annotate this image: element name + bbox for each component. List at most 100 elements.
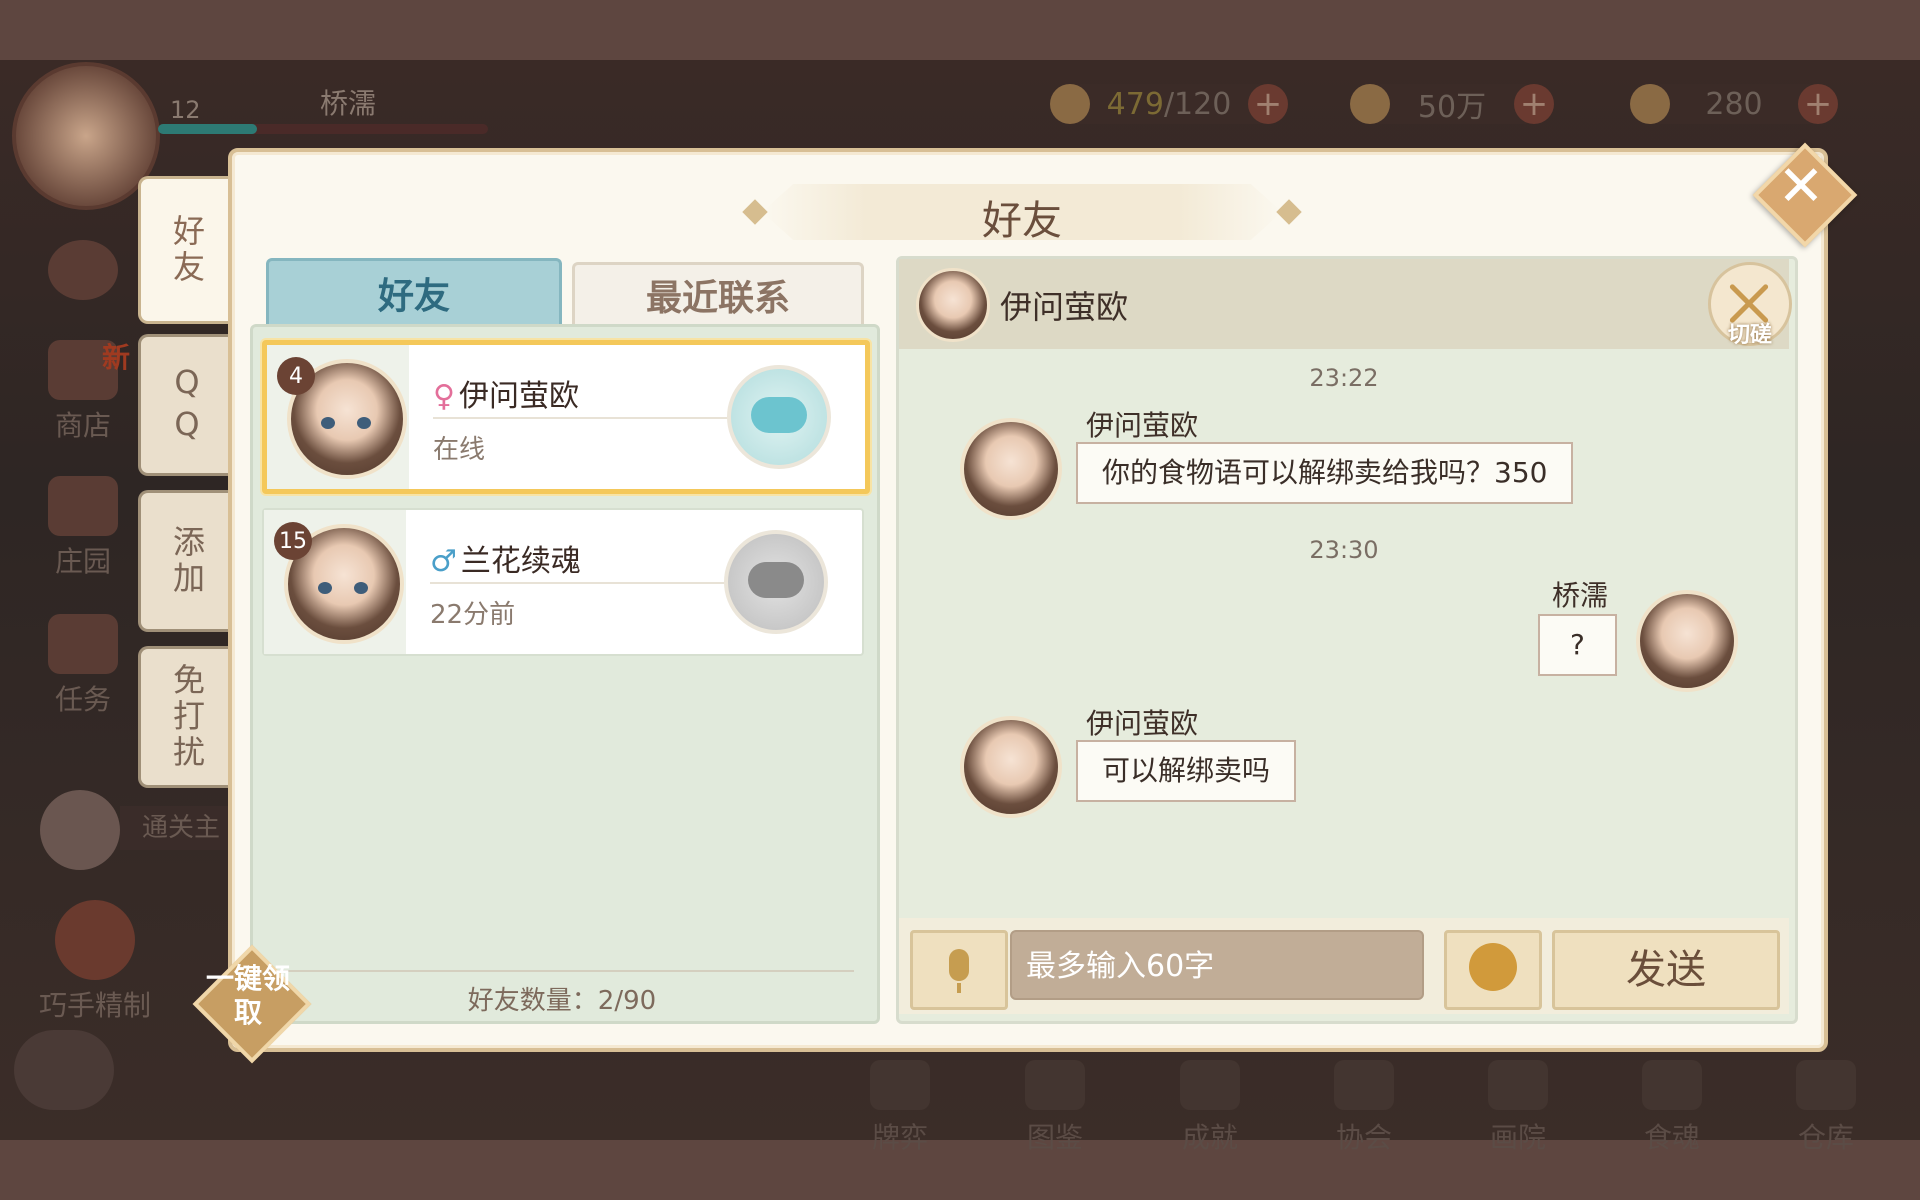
claim-button-label: 一键领取 bbox=[205, 962, 290, 1029]
resource-jade-value: 280 bbox=[1705, 86, 1763, 122]
duel-button[interactable]: 切磋 bbox=[1708, 262, 1792, 348]
handshake-icon bbox=[748, 562, 804, 598]
side-tab-qq[interactable]: QQ bbox=[138, 334, 233, 476]
side-tab-do-not-disturb[interactable]: 免打扰 bbox=[138, 646, 233, 788]
message-avatar-self[interactable] bbox=[1636, 590, 1738, 692]
side-tab-add-label: 添加 bbox=[168, 525, 206, 597]
divider bbox=[270, 970, 854, 972]
player-level: 12 bbox=[170, 96, 201, 124]
bottom-tab-game[interactable]: 牌弈 bbox=[850, 1060, 950, 1156]
eye-icon bbox=[48, 240, 118, 300]
bottom-tab-codex[interactable]: 图鉴 bbox=[1005, 1060, 1105, 1156]
divider bbox=[430, 582, 730, 584]
message-bubble: 你的食物语可以解绑卖给我吗？350 bbox=[1076, 442, 1574, 504]
friend-count: 好友数量：2/90 bbox=[467, 986, 657, 1016]
warehouse-icon bbox=[1796, 1060, 1856, 1110]
message-avatar[interactable] bbox=[960, 418, 1062, 520]
bottom-tab-achievement-label: 成就 bbox=[1181, 1121, 1238, 1154]
resource-bowl-current: 479 bbox=[1106, 86, 1164, 122]
friend-name: 兰花续魂 bbox=[460, 544, 581, 579]
bottom-tab-achievement[interactable]: 成就 bbox=[1160, 1060, 1260, 1156]
emoji-button[interactable] bbox=[1444, 930, 1542, 1010]
avatar-eye bbox=[354, 582, 368, 594]
bottom-tab-gallery-label: 画院 bbox=[1489, 1121, 1546, 1154]
panel-title-banner: 好友 bbox=[742, 184, 1302, 244]
side-tab-friends-label: 好友 bbox=[168, 214, 206, 286]
bg-menu-task[interactable]: 任务 bbox=[28, 614, 138, 718]
resource-bowl-max: /120 bbox=[1163, 86, 1232, 122]
resource-coin: 50万 + bbox=[1350, 84, 1554, 125]
chat-input[interactable]: 最多输入60字 bbox=[1010, 930, 1424, 1000]
chat-timestamp: 23:30 bbox=[1309, 536, 1379, 564]
claim-all-button[interactable]: 一键领取 bbox=[192, 944, 312, 1064]
message-sender: 伊问萤欧 bbox=[1086, 409, 1199, 442]
bottom-tab-warehouse[interactable]: 仓库 bbox=[1776, 1060, 1876, 1156]
bottom-tab-guild[interactable]: 协会 bbox=[1314, 1060, 1414, 1156]
gallery-icon bbox=[1488, 1060, 1548, 1110]
tab-recent-contacts[interactable]: 最近联系 bbox=[572, 262, 864, 325]
resource-coin-value: 50万 bbox=[1417, 90, 1487, 125]
close-button[interactable]: ✕ bbox=[1752, 142, 1858, 248]
voice-button[interactable] bbox=[910, 930, 1008, 1010]
friend-card[interactable]: 4 ♀ 伊问萤欧 在线 bbox=[262, 340, 870, 494]
avatar-eye bbox=[357, 417, 371, 429]
friend-card[interactable]: 15 ♂ 兰花续魂 22分前 bbox=[262, 508, 864, 656]
chat-contact-name: 伊问萤欧 bbox=[1000, 288, 1129, 326]
guild-icon bbox=[1334, 1060, 1394, 1110]
bottom-tab-guild-label: 协会 bbox=[1335, 1121, 1392, 1154]
coin-icon bbox=[1350, 84, 1390, 124]
side-tab-add[interactable]: 添加 bbox=[138, 490, 233, 632]
send-button[interactable]: 发送 bbox=[1552, 930, 1780, 1010]
bg-npc-avatar bbox=[40, 790, 120, 870]
male-icon: ♂ bbox=[430, 544, 457, 579]
bottom-tab-foodsoul[interactable]: 食魂 bbox=[1622, 1060, 1722, 1156]
bottom-tab-foodsoul-label: 食魂 bbox=[1643, 1121, 1700, 1154]
codex-icon bbox=[1025, 1060, 1085, 1110]
side-tab-friends[interactable]: 好友 bbox=[138, 176, 233, 324]
foodsoul-icon bbox=[1642, 1060, 1702, 1110]
friend-level-badge: 15 bbox=[274, 522, 312, 560]
friend-status: 在线 bbox=[433, 435, 486, 465]
tab-friends[interactable]: 好友 bbox=[266, 258, 562, 325]
duel-label: 切磋 bbox=[1727, 323, 1772, 348]
game-icon bbox=[870, 1060, 930, 1110]
add-jade-button[interactable]: + bbox=[1798, 84, 1838, 124]
close-icon: ✕ bbox=[1777, 154, 1825, 219]
side-tab-dnd-label: 免打扰 bbox=[168, 663, 206, 771]
bowl-icon bbox=[1050, 84, 1090, 124]
handshake-button[interactable] bbox=[724, 530, 828, 634]
bg-menu-manor[interactable]: 庄园 bbox=[28, 476, 138, 580]
friend-level-badge: 4 bbox=[277, 357, 315, 395]
bg-menu-craft[interactable]: 巧手精制 bbox=[20, 900, 170, 1024]
add-coin-button[interactable]: + bbox=[1514, 84, 1554, 124]
bottom-tab-gallery[interactable]: 画院 bbox=[1468, 1060, 1568, 1156]
handshake-button[interactable] bbox=[727, 365, 831, 469]
background-band-top bbox=[0, 0, 1920, 60]
microphone-stand bbox=[957, 983, 961, 993]
friend-name: 伊问萤欧 bbox=[458, 379, 579, 414]
friend-name-row: ♀ 伊问萤欧 bbox=[433, 371, 579, 415]
bottom-tab-game-label: 牌弈 bbox=[871, 1121, 928, 1154]
bg-menu-task-label: 任务 bbox=[54, 683, 111, 716]
message-avatar[interactable] bbox=[960, 716, 1062, 818]
message-sender: 伊问萤欧 bbox=[1086, 707, 1199, 740]
panel-title: 好友 bbox=[982, 198, 1062, 244]
friend-status: 22分前 bbox=[430, 600, 516, 630]
resource-jade: 280 + bbox=[1630, 84, 1838, 124]
task-icon bbox=[48, 614, 118, 674]
chat-bubble-icon[interactable] bbox=[14, 1030, 114, 1110]
achievement-icon bbox=[1180, 1060, 1240, 1110]
bg-menu-shop-label: 商店 bbox=[54, 409, 111, 442]
jade-icon bbox=[1630, 84, 1670, 124]
microphone-icon bbox=[949, 949, 969, 981]
bg-menu-eye[interactable] bbox=[28, 240, 138, 304]
female-icon: ♀ bbox=[433, 379, 455, 414]
chat-timestamp: 23:22 bbox=[1309, 364, 1379, 392]
player-name: 桥濡 bbox=[320, 87, 377, 120]
resource-bowl: 479/120 + bbox=[1050, 84, 1288, 124]
chat-contact-avatar[interactable] bbox=[916, 268, 990, 342]
add-bowl-button[interactable]: + bbox=[1248, 84, 1288, 124]
craft-icon bbox=[55, 900, 135, 980]
new-badge: 新 bbox=[102, 341, 131, 374]
bg-menu-shop[interactable]: 商店 新 bbox=[28, 340, 138, 444]
